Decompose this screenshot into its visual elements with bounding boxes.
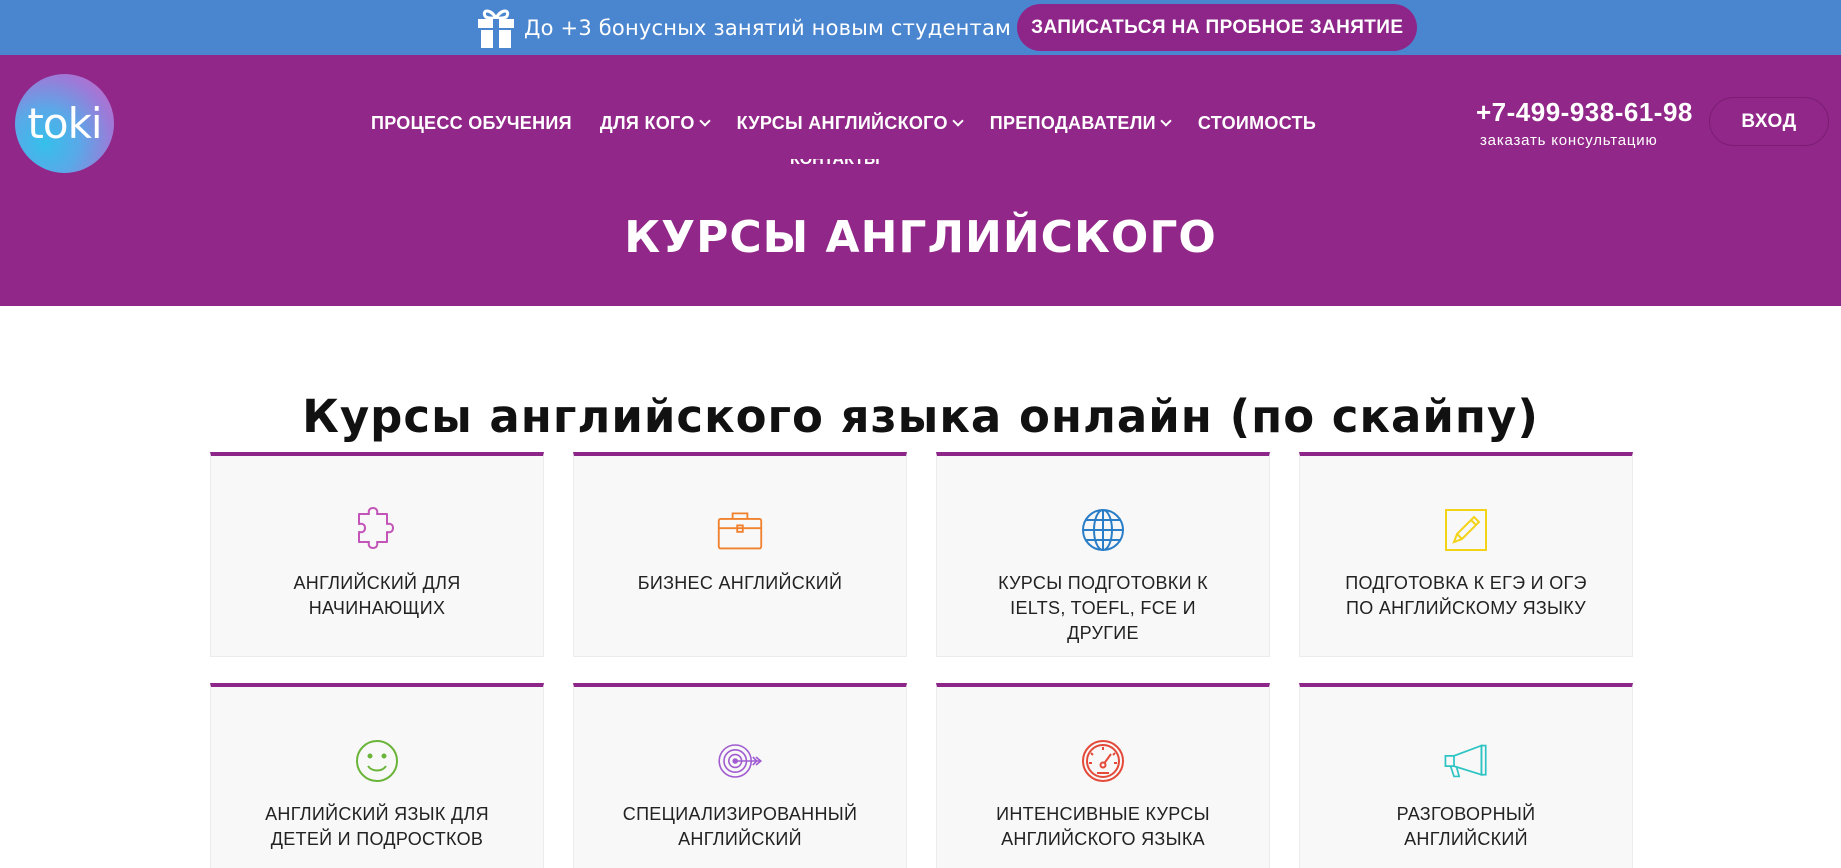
chevron-down-icon — [1160, 115, 1172, 127]
login-button[interactable]: ВХОД — [1709, 97, 1829, 146]
course-card-beginners[interactable]: Английский для начинающих — [210, 452, 544, 657]
target-icon — [716, 737, 764, 785]
promo-bar: До +3 бонусных занятий новым студентам З… — [0, 0, 1841, 55]
chevron-down-icon — [952, 115, 964, 127]
course-card-conversational[interactable]: Разговорный английский — [1299, 683, 1633, 868]
promo-content: До +3 бонусных занятий новым студентам З… — [476, 0, 1418, 55]
nav-item-for-whom[interactable]: ДЛЯ КОГО — [599, 113, 711, 134]
nav-label: КОНТАКТЫ — [790, 159, 880, 168]
pencil-icon — [1442, 506, 1490, 554]
nav-label: КУРСЫ АНГЛИЙСКОГО — [736, 113, 948, 133]
logo[interactable]: toki — [15, 74, 114, 173]
course-card-title: Английский язык для детей и подростков — [265, 804, 489, 849]
puzzle-icon — [353, 506, 401, 554]
course-card-ege-oge[interactable]: Подготовка к ЕГЭ и ОГЭ по английскому яз… — [1299, 452, 1633, 657]
course-card-title: Подготовка к ЕГЭ и ОГЭ по английскому яз… — [1345, 573, 1587, 618]
course-card-title: Специализированный английский — [622, 804, 858, 849]
page-title: КУРСЫ АНГЛИЙСКОГО — [624, 212, 1217, 263]
globe-icon — [1079, 506, 1127, 554]
course-card-title: Курсы подготовки к IELTS, TOEFL, FCE и д… — [998, 573, 1208, 643]
promo-text: До +3 бонусных занятий новым студентам — [524, 15, 1012, 40]
nav-label: ПРЕПОДАВАТЕЛИ — [989, 113, 1156, 133]
nav-item-english-courses[interactable]: КУРСЫ АНГЛИЙСКОГО — [736, 113, 964, 134]
nav-label: ДЛЯ КОГО — [599, 113, 695, 133]
chevron-down-icon — [698, 115, 711, 127]
logo-text: toki — [27, 99, 102, 148]
megaphone-icon — [1442, 737, 1490, 785]
course-card-title: Интенсивные курсы английского языка — [996, 804, 1210, 849]
course-card-business[interactable]: Бизнес английский — [573, 452, 907, 657]
nav-item-pricing[interactable]: СТОИМОСТЬ — [1198, 113, 1316, 134]
trial-lesson-button[interactable]: ЗАПИСАТЬСЯ НА ПРОБНОЕ ЗАНЯТИЕ — [1017, 4, 1418, 51]
main-nav: ПРОЦЕСС ОБУЧЕНИЯ ДЛЯ КОГО КУРСЫ АНГЛИЙСК… — [371, 113, 1344, 134]
site-header: toki ПРОЦЕСС ОБУЧЕНИЯ ДЛЯ КОГО КУРСЫ АНГ… — [0, 55, 1841, 306]
briefcase-icon — [716, 506, 764, 554]
course-card-exam-prep[interactable]: Курсы подготовки к IELTS, TOEFL, FCE и д… — [936, 452, 1270, 657]
nav-item-learning-process[interactable]: ПРОЦЕСС ОБУЧЕНИЯ — [371, 113, 572, 134]
course-card-title: Разговорный английский — [1396, 804, 1536, 849]
consultation-link[interactable]: заказать консультацию — [1480, 132, 1658, 149]
course-card-title: Английский для начинающих — [293, 573, 461, 618]
nav-item-contacts[interactable]: КОНТАКТЫ — [790, 159, 895, 169]
speedometer-icon — [1079, 737, 1127, 785]
gift-icon — [476, 6, 516, 50]
nav-label: СТОИМОСТЬ — [1197, 113, 1317, 133]
course-grid: Английский для начинающих Бизнес английс… — [210, 452, 1635, 868]
course-card-specialized[interactable]: Специализированный английский — [573, 683, 907, 868]
section-title: Курсы английского языка онлайн (по скайп… — [302, 390, 1539, 443]
course-card-title: Бизнес английский — [637, 573, 843, 593]
course-card-intensive[interactable]: Интенсивные курсы английского языка — [936, 683, 1270, 868]
course-card-kids[interactable]: Английский язык для детей и подростков — [210, 683, 544, 868]
nav-label: ПРОЦЕСС ОБУЧЕНИЯ — [371, 113, 572, 133]
phone-number[interactable]: +7-499-938-61-98 — [1476, 97, 1693, 128]
smiley-icon — [353, 737, 401, 785]
nav-item-teachers[interactable]: ПРЕПОДАВАТЕЛИ — [989, 113, 1172, 134]
